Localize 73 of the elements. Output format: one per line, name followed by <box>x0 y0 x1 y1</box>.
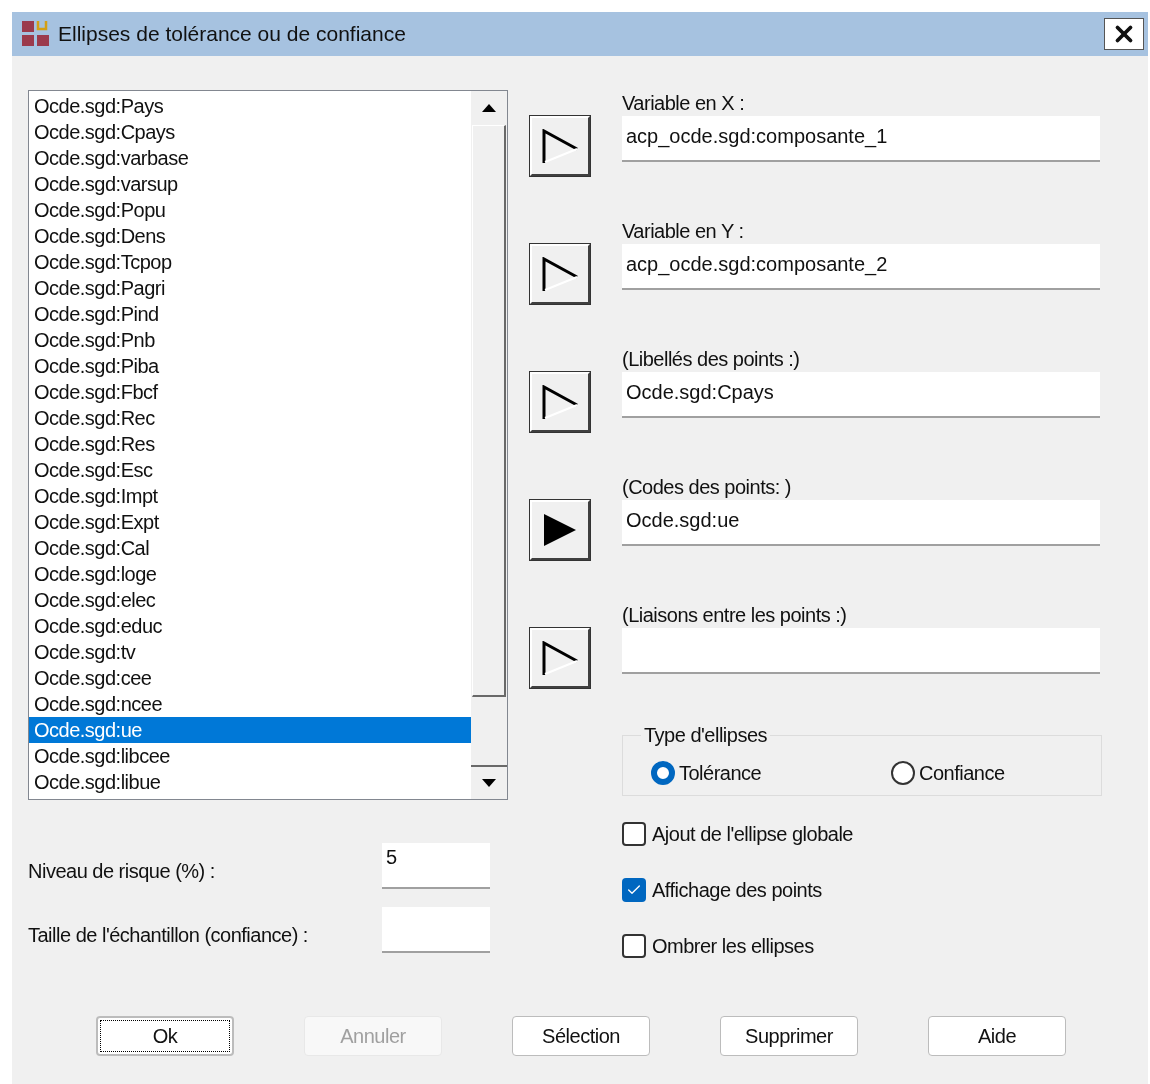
list-item[interactable]: Ocde.sgd:varsup <box>29 171 471 197</box>
input-field[interactable]: acp_ocde.sgd:composante_1 <box>622 116 1100 162</box>
transfer-button[interactable] <box>530 500 590 560</box>
radio-option[interactable]: Tolérance <box>651 758 891 788</box>
list-item[interactable]: Ocde.sgd:tv <box>29 639 471 665</box>
list-item[interactable]: Ocde.sgd:Pind <box>29 301 471 327</box>
input-field[interactable] <box>382 907 490 953</box>
list-item[interactable]: Ocde.sgd:Esc <box>29 457 471 483</box>
up-arrow-icon <box>482 104 496 112</box>
list-item[interactable]: Ocde.sgd:Res <box>29 431 471 457</box>
triangle-icon <box>542 257 578 291</box>
list-item[interactable]: Ocde.sgd:elec <box>29 587 471 613</box>
list-item[interactable]: Ocde.sgd:Expt <box>29 509 471 535</box>
radio-button[interactable] <box>651 761 675 785</box>
list-item[interactable]: Ocde.sgd:Cpays <box>29 119 471 145</box>
radio-button[interactable] <box>891 761 915 785</box>
app-icon <box>22 21 50 47</box>
field-label: (Liaisons entre les points :) <box>622 603 848 628</box>
group-title: Type d'ellipses <box>643 723 769 748</box>
triangle-icon <box>542 385 578 419</box>
triangle-icon <box>542 641 578 675</box>
input-field[interactable]: Ocde.sgd:Cpays <box>622 372 1100 418</box>
dialog-button[interactable]: Aide <box>928 1016 1066 1056</box>
checkbox[interactable] <box>622 878 646 902</box>
radio-option[interactable]: Confiance <box>891 758 1005 788</box>
transfer-button[interactable] <box>530 244 590 304</box>
list-item[interactable]: Ocde.sgd:Pays <box>29 93 471 119</box>
list-item[interactable]: Ocde.sgd:Pnb <box>29 327 471 353</box>
field-label: Variable en X : <box>622 91 746 116</box>
checkbox-option[interactable]: Affichage des points <box>622 878 1102 902</box>
checkbox-option[interactable]: Ombrer les ellipses <box>622 934 1102 958</box>
list-item[interactable]: Ocde.sgd:ncee <box>29 691 471 717</box>
scroll-thumb[interactable] <box>472 125 506 697</box>
input-field[interactable]: acp_ocde.sgd:composante_2 <box>622 244 1100 290</box>
down-arrow-icon <box>482 779 496 787</box>
list-item[interactable]: Ocde.sgd:Popu <box>29 197 471 223</box>
field-label: (Libellés des points :) <box>622 347 801 372</box>
list-item[interactable]: Ocde.sgd:libcee <box>29 743 471 769</box>
field-label: Taille de l'échantillon (confiance) : <box>28 923 309 948</box>
field-label: (Codes des points: ) <box>622 475 792 500</box>
list-item[interactable]: Ocde.sgd:loge <box>29 561 471 587</box>
transfer-button[interactable] <box>530 372 590 432</box>
list-item[interactable]: Ocde.sgd:Impt <box>29 483 471 509</box>
checkbox[interactable] <box>622 934 646 958</box>
input-field[interactable]: Ocde.sgd:ue <box>622 500 1100 546</box>
list-item[interactable]: Ocde.sgd:Piba <box>29 353 471 379</box>
list-item[interactable]: Ocde.sgd:cee <box>29 665 471 691</box>
scrollbar[interactable] <box>471 91 507 799</box>
field-label: Niveau de risque (%) : <box>28 859 216 884</box>
list-item[interactable]: Ocde.sgd:Rec <box>29 405 471 431</box>
dialog-button[interactable]: Supprimer <box>720 1016 858 1056</box>
field-label: Variable en Y : <box>622 219 745 244</box>
input-field[interactable] <box>622 628 1100 674</box>
window-title: Ellipses de tolérance ou de confiance <box>58 21 406 48</box>
list-item[interactable]: Ocde.sgd:libue <box>29 769 471 795</box>
dialog-button[interactable]: Ok <box>96 1016 234 1056</box>
play-icon <box>542 513 578 547</box>
list-item[interactable]: Ocde.sgd:varbase <box>29 145 471 171</box>
list-item[interactable]: Ocde.sgd:Cal <box>29 535 471 561</box>
list-item[interactable]: Ocde.sgd:Dens <box>29 223 471 249</box>
checkbox[interactable] <box>622 822 646 846</box>
list-item[interactable]: Ocde.sgd:Pagri <box>29 275 471 301</box>
list-item[interactable]: Ocde.sgd:Tcpop <box>29 249 471 275</box>
input-field[interactable]: 5 <box>382 843 490 889</box>
checkbox-option[interactable]: Ajout de l'ellipse globale <box>622 822 1102 846</box>
list-item[interactable]: Ocde.sgd:Fbcf <box>29 379 471 405</box>
transfer-button[interactable] <box>530 116 590 176</box>
list-item[interactable]: Ocde.sgd:educ <box>29 613 471 639</box>
dialog-button[interactable]: Sélection <box>512 1016 650 1056</box>
list-item[interactable]: Ocde.sgd:ue <box>29 717 471 743</box>
transfer-button[interactable] <box>530 628 590 688</box>
close-button[interactable] <box>1104 18 1144 50</box>
triangle-icon <box>542 129 578 163</box>
